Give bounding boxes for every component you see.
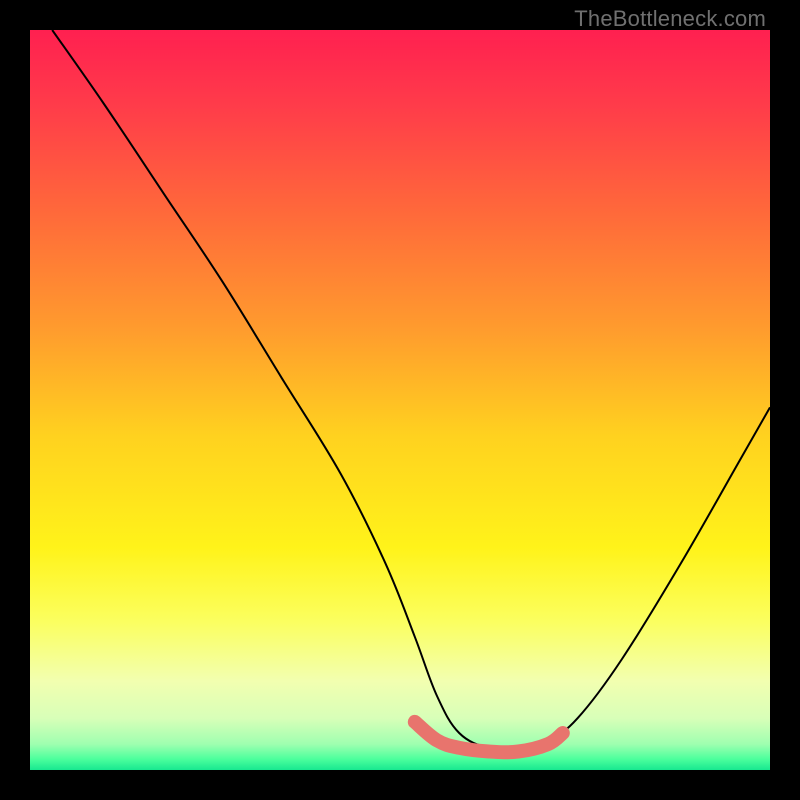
watermark-text: TheBottleneck.com <box>574 6 766 32</box>
chart-lines <box>30 30 770 770</box>
bottleneck-curve <box>52 30 770 749</box>
chart-frame: TheBottleneck.com <box>0 0 800 800</box>
plot-area <box>30 30 770 770</box>
highlight-band <box>415 722 563 752</box>
